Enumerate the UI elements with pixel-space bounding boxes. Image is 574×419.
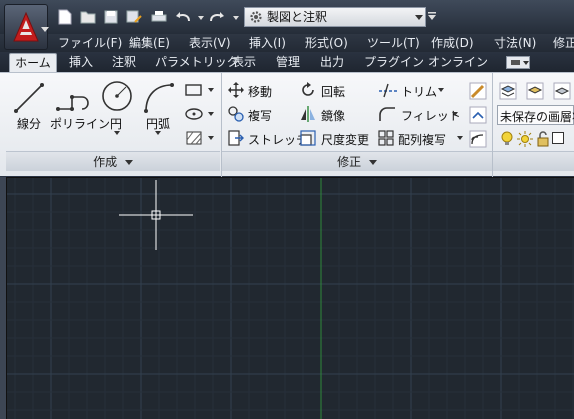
hatch-icon[interactable] bbox=[184, 130, 204, 146]
fillet-dropdown-icon[interactable] bbox=[452, 112, 458, 116]
plot-icon[interactable] bbox=[150, 8, 168, 26]
stretch-label[interactable]: ストレッチ bbox=[248, 131, 308, 148]
circle-label[interactable]: 円 bbox=[110, 115, 122, 132]
modify-panel-title: 修正 bbox=[337, 155, 362, 169]
create-panel-title: 作成 bbox=[93, 155, 118, 169]
rectangle-icon[interactable] bbox=[184, 82, 204, 98]
chevron-down-icon bbox=[415, 15, 423, 20]
application-menu-button[interactable] bbox=[4, 4, 49, 50]
redo-dropdown-icon[interactable] bbox=[233, 16, 239, 20]
tab-annotate[interactable]: 注釈 bbox=[112, 53, 136, 72]
mirror-label[interactable]: 鏡像 bbox=[321, 107, 345, 124]
tab-output[interactable]: 出力 bbox=[320, 53, 344, 72]
lightbulb-icon[interactable] bbox=[500, 131, 514, 147]
menu-dimension[interactable]: 寸法(N) bbox=[494, 34, 536, 52]
menu-draw[interactable]: 作成(D) bbox=[431, 34, 474, 52]
undo-icon[interactable] bbox=[174, 8, 192, 26]
tab-manage[interactable]: 管理 bbox=[276, 53, 300, 72]
workspace-select[interactable]: 製図と注釈 bbox=[244, 7, 426, 27]
layer-state-value: 未保存の画層状 bbox=[500, 110, 574, 124]
tab-view[interactable]: 表示 bbox=[232, 53, 256, 72]
chevron-down-icon bbox=[368, 160, 377, 165]
menu-bar: ファイル(F) 編集(E) 表示(V) 挿入(I) 形式(O) ツール(T) 作… bbox=[0, 34, 574, 52]
tab-home[interactable]: ホーム bbox=[9, 53, 57, 72]
ribbon-minimize-button[interactable] bbox=[506, 56, 530, 69]
modify-panel-footer[interactable]: 修正 bbox=[222, 151, 492, 171]
mirror-icon[interactable] bbox=[300, 106, 316, 122]
rotate-icon[interactable] bbox=[300, 82, 316, 98]
scale-label[interactable]: 尺度変更 bbox=[321, 131, 369, 148]
copy-label[interactable]: 複写 bbox=[248, 107, 272, 124]
tab-parametric[interactable]: パラメトリック bbox=[155, 53, 239, 72]
customize-quick-access-icon[interactable] bbox=[428, 12, 436, 20]
sun-icon[interactable] bbox=[517, 131, 533, 147]
layer-state-dropdown[interactable]: 未保存の画層状 bbox=[497, 105, 574, 125]
tab-online[interactable]: オンライン bbox=[428, 53, 488, 72]
save-as-icon[interactable] bbox=[125, 8, 143, 26]
chevron-down-icon bbox=[124, 160, 133, 165]
ellipse-icon[interactable] bbox=[184, 106, 204, 122]
layer-state-icon[interactable] bbox=[526, 82, 544, 100]
menu-format[interactable]: 形式(O) bbox=[305, 34, 348, 52]
menu-file[interactable]: ファイル(F) bbox=[58, 34, 122, 52]
new-file-icon[interactable] bbox=[56, 8, 74, 26]
layer-panel-footer[interactable] bbox=[493, 151, 574, 171]
circle-dropdown-icon[interactable] bbox=[114, 131, 120, 135]
undo-dropdown-icon[interactable] bbox=[198, 16, 204, 20]
hatch-dropdown-icon[interactable] bbox=[208, 136, 214, 140]
stretch-icon[interactable] bbox=[228, 130, 244, 146]
trim-dropdown-icon[interactable] bbox=[438, 88, 444, 92]
layer-isolate-icon[interactable] bbox=[553, 82, 571, 100]
autocad-logo-icon bbox=[13, 11, 39, 42]
arc-icon[interactable] bbox=[142, 81, 176, 115]
move-icon[interactable] bbox=[228, 82, 244, 98]
menu-tools[interactable]: ツール(T) bbox=[367, 34, 420, 52]
tab-plugins[interactable]: プラグイン bbox=[364, 53, 424, 72]
offset-icon[interactable] bbox=[469, 130, 487, 148]
unlock-icon[interactable] bbox=[536, 131, 550, 147]
crosshair-cursor bbox=[119, 180, 193, 250]
workspace-value: 製図と注釈 bbox=[267, 10, 328, 24]
redo-icon[interactable] bbox=[208, 8, 226, 26]
ribbon-panel-area: 線分 ポリライン 円 円弧 作成 移動 回転 トリム 複写 鏡像 フィレット ス… bbox=[0, 72, 574, 177]
ribbon-tab-bar: ホーム 挿入 注釈 パラメトリック 表示 管理 出力 プラグイン オンライン bbox=[0, 52, 574, 72]
line-label[interactable]: 線分 bbox=[17, 115, 41, 132]
arc-dropdown-icon[interactable] bbox=[155, 131, 161, 135]
polyline-icon[interactable] bbox=[54, 81, 94, 115]
rectangle-dropdown-icon[interactable] bbox=[208, 88, 214, 92]
polyline-label[interactable]: ポリライン bbox=[50, 115, 110, 132]
chevron-down-icon bbox=[41, 27, 49, 32]
menu-insert[interactable]: 挿入(I) bbox=[249, 34, 286, 52]
line-icon[interactable] bbox=[12, 81, 46, 115]
scale-icon[interactable] bbox=[300, 130, 316, 146]
copy-icon[interactable] bbox=[228, 106, 244, 122]
fillet-icon[interactable] bbox=[378, 106, 396, 122]
array-icon[interactable] bbox=[378, 130, 394, 146]
save-icon[interactable] bbox=[102, 8, 120, 26]
menu-view[interactable]: 表示(V) bbox=[189, 34, 231, 52]
trim-icon[interactable] bbox=[378, 82, 398, 98]
array-label[interactable]: 配列複写 bbox=[398, 131, 446, 148]
ellipse-dropdown-icon[interactable] bbox=[208, 112, 214, 116]
drawing-canvas[interactable] bbox=[6, 177, 574, 419]
explode-icon[interactable] bbox=[469, 106, 487, 124]
layer-properties-icon[interactable] bbox=[499, 82, 517, 100]
layer-color-swatch[interactable] bbox=[552, 132, 564, 144]
erase-icon[interactable] bbox=[469, 82, 487, 100]
move-label[interactable]: 移動 bbox=[248, 83, 272, 100]
arc-label[interactable]: 円弧 bbox=[146, 115, 170, 132]
array-dropdown-icon[interactable] bbox=[457, 136, 463, 140]
menu-modify[interactable]: 修正 bbox=[553, 34, 574, 52]
create-panel-footer[interactable]: 作成 bbox=[6, 151, 220, 171]
open-folder-icon[interactable] bbox=[79, 8, 97, 26]
tab-insert[interactable]: 挿入 bbox=[69, 53, 93, 72]
rotate-label[interactable]: 回転 bbox=[321, 83, 345, 100]
gear-icon bbox=[250, 11, 262, 23]
trim-label[interactable]: トリム bbox=[401, 83, 437, 100]
grid-overlay bbox=[7, 178, 574, 419]
menu-edit[interactable]: 編集(E) bbox=[129, 34, 170, 52]
circle-icon[interactable] bbox=[100, 79, 134, 113]
